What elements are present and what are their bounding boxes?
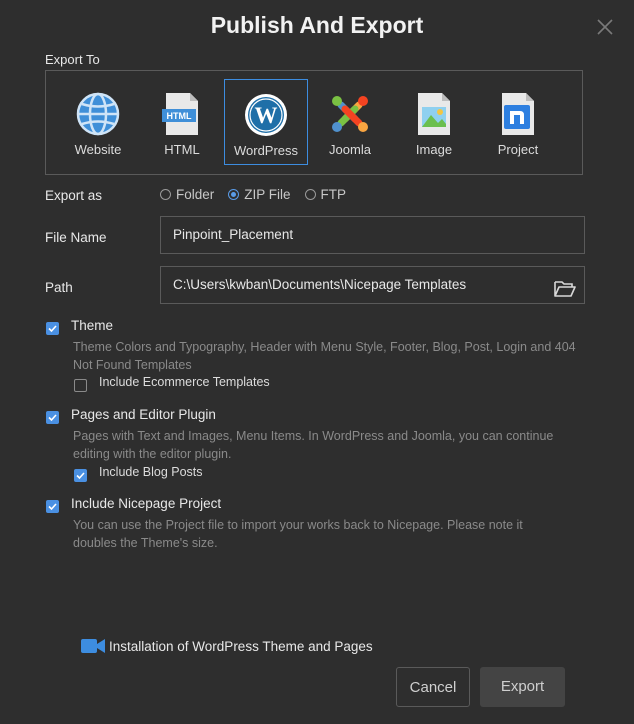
target-label: Joomla bbox=[329, 142, 371, 157]
export-to-label: Export To bbox=[45, 52, 100, 67]
project-checkbox[interactable] bbox=[46, 500, 59, 514]
target-label: Project bbox=[497, 142, 539, 157]
installation-link[interactable]: Installation of WordPress Theme and Page… bbox=[80, 637, 373, 655]
blog-posts-checkbox[interactable] bbox=[74, 469, 87, 483]
theme-checkbox[interactable] bbox=[46, 322, 59, 336]
installation-link-label: Installation of WordPress Theme and Page… bbox=[109, 638, 373, 654]
dialog-title: Publish And Export bbox=[210, 12, 424, 38]
ecommerce-checkbox[interactable] bbox=[74, 379, 87, 393]
file-name-label: File Name bbox=[45, 230, 107, 245]
option-project: Include Nicepage Project bbox=[46, 496, 221, 516]
option-theme: Theme bbox=[46, 318, 113, 338]
sub-option-label: Include Ecommerce Templates bbox=[99, 375, 270, 389]
target-label: WordPress bbox=[233, 143, 299, 158]
sub-option-ecommerce: Include Ecommerce Templates bbox=[74, 375, 270, 395]
html-file-icon: HTML bbox=[158, 91, 206, 137]
option-description: Pages with Text and Images, Menu Items. … bbox=[73, 429, 554, 461]
radio-label: FTP bbox=[320, 187, 347, 202]
sub-option-blog-posts: Include Blog Posts bbox=[74, 465, 203, 485]
video-camera-icon bbox=[80, 637, 106, 655]
joomla-icon bbox=[326, 91, 374, 137]
nicepage-project-icon bbox=[494, 91, 542, 137]
option-pages: Pages and Editor Plugin bbox=[46, 407, 216, 427]
radio-dot bbox=[160, 189, 171, 200]
option-title: Theme bbox=[71, 318, 114, 333]
target-wordpress[interactable]: W WordPress bbox=[224, 79, 308, 165]
target-project[interactable]: Project bbox=[476, 79, 560, 165]
image-file-icon bbox=[410, 91, 458, 137]
option-title: Pages and Editor Plugin bbox=[71, 407, 216, 422]
publish-export-dialog: Publish And Export Export To Website HTM… bbox=[0, 0, 634, 724]
globe-icon bbox=[74, 91, 122, 137]
folder-open-icon[interactable] bbox=[554, 276, 576, 297]
radio-folder[interactable]: Folder bbox=[160, 187, 214, 202]
path-label: Path bbox=[45, 280, 73, 295]
option-title: Include Nicepage Project bbox=[71, 496, 222, 511]
radio-ftp[interactable]: FTP bbox=[304, 187, 347, 202]
target-label: Website bbox=[74, 142, 122, 157]
close-icon[interactable] bbox=[594, 16, 616, 38]
option-description: You can use the Project file to import y… bbox=[73, 518, 523, 550]
radio-dot bbox=[304, 189, 316, 200]
option-description: Theme Colors and Typography, Header with… bbox=[73, 340, 576, 372]
target-label: Image bbox=[415, 142, 453, 157]
radio-zip-file[interactable]: ZIP File bbox=[228, 187, 291, 202]
path-value: C:\Users\kwban\Documents\Nicepage Templa… bbox=[173, 277, 467, 292]
wordpress-icon: W bbox=[242, 92, 290, 138]
radio-dot bbox=[228, 189, 240, 200]
path-input[interactable]: C:\Users\kwban\Documents\Nicepage Templa… bbox=[160, 266, 585, 304]
file-name-input[interactable]: Pinpoint_Placement bbox=[160, 216, 585, 254]
export-target-box: Website HTML HTML W WordPress Joomla Ima… bbox=[45, 70, 583, 175]
target-html[interactable]: HTML HTML bbox=[140, 79, 224, 165]
svg-text:HTML: HTML bbox=[167, 111, 192, 121]
radio-label: Folder bbox=[176, 187, 215, 202]
export-as-radio-group: Folder ZIP File FTP bbox=[160, 187, 360, 202]
svg-text:W: W bbox=[255, 103, 278, 128]
target-website[interactable]: Website bbox=[56, 79, 140, 165]
target-joomla[interactable]: Joomla bbox=[308, 79, 392, 165]
cancel-button[interactable]: Cancel bbox=[396, 667, 470, 707]
target-image[interactable]: Image bbox=[392, 79, 476, 165]
export-button[interactable]: Export bbox=[480, 667, 565, 707]
file-name-value: Pinpoint_Placement bbox=[173, 227, 294, 242]
pages-checkbox[interactable] bbox=[46, 411, 59, 425]
target-label: HTML bbox=[164, 142, 200, 157]
export-as-label: Export as bbox=[45, 188, 103, 203]
radio-label: ZIP File bbox=[244, 187, 291, 202]
sub-option-label: Include Blog Posts bbox=[99, 465, 203, 479]
